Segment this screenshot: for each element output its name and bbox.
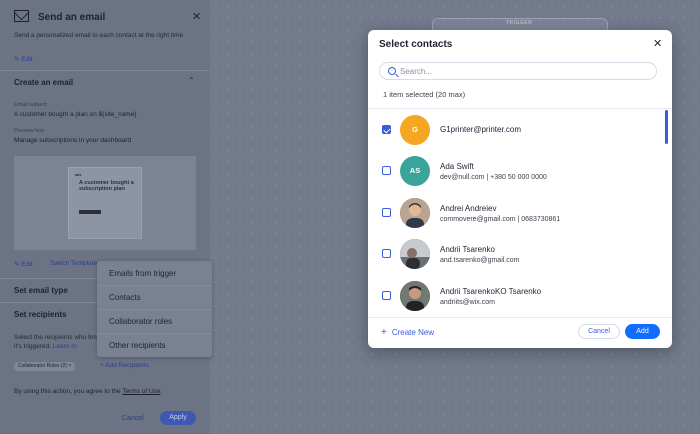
contact-name: Andrii Tsarenko bbox=[440, 245, 495, 254]
contact-checkbox[interactable] bbox=[382, 249, 391, 258]
dropdown-divider bbox=[97, 309, 212, 310]
avatar-photo bbox=[400, 281, 430, 311]
collaborator-roles-tag[interactable]: Collaborator Roles (2) × bbox=[14, 362, 76, 371]
avatar-photo bbox=[400, 239, 430, 269]
select-contacts-modal: Select contacts ✕ 1 item selected (20 ma… bbox=[368, 30, 672, 348]
panel-title: Send an email bbox=[38, 12, 106, 23]
terms-prefix: By using this action, you agree to the bbox=[14, 388, 123, 395]
create-new-button[interactable]: + Create New bbox=[381, 327, 434, 338]
create-email-section[interactable]: Create an email ⌃ bbox=[0, 70, 210, 94]
contacts-list[interactable]: G G1printer@printer.com AS Ada Swift dev… bbox=[368, 109, 672, 317]
list-scrollbar[interactable] bbox=[665, 110, 668, 144]
contact-row[interactable]: Andrei Andreiev commovere@gmail.com | 06… bbox=[368, 192, 672, 234]
create-email-title: Create an email bbox=[14, 78, 74, 87]
terms-text: By using this action, you agree to the T… bbox=[14, 388, 162, 395]
contact-name: Andrii TsarenkoKO Tsarenko bbox=[440, 287, 542, 296]
search-input[interactable] bbox=[400, 65, 650, 77]
footer-divider bbox=[368, 317, 672, 318]
modal-close-icon[interactable]: ✕ bbox=[653, 37, 662, 50]
panel-close-icon[interactable]: ✕ bbox=[192, 10, 201, 23]
add-recipients-link[interactable]: + Add Recipients bbox=[100, 362, 149, 369]
modal-add-button[interactable]: Add bbox=[625, 324, 660, 339]
dropdown-option-contacts[interactable]: Contacts bbox=[109, 293, 141, 302]
preview-label: Preview text bbox=[14, 128, 44, 134]
dropdown-option-emails-from-trigger[interactable]: Emails from trigger bbox=[109, 269, 176, 278]
contact-details: andriits@wix.com bbox=[440, 299, 495, 306]
search-box[interactable] bbox=[379, 62, 657, 80]
modal-title: Select contacts bbox=[379, 39, 453, 50]
contact-row[interactable]: Andrii Tsarenko and.tsarenko@gmail.com bbox=[368, 233, 672, 275]
edit-template-label: Edit bbox=[21, 261, 33, 268]
search-icon bbox=[388, 67, 396, 75]
terms-link[interactable]: Terms of Use bbox=[122, 388, 160, 395]
preview-button bbox=[79, 210, 101, 214]
trigger-label: TRIGGER bbox=[502, 19, 537, 27]
plus-icon: + bbox=[381, 327, 387, 338]
collab-tag-label: Collaborator Roles (2) bbox=[18, 363, 67, 369]
email-preview-card: wix A customer bought a subscription pla… bbox=[68, 167, 142, 239]
panel-description: Send a personalized email to each contac… bbox=[14, 32, 184, 39]
email-preview: wix A customer bought a subscription pla… bbox=[14, 156, 196, 250]
edit-link[interactable]: ✎ Edit bbox=[14, 55, 32, 63]
edit-template-link[interactable]: ✎ Edit bbox=[14, 260, 32, 268]
person-photo-icon bbox=[400, 198, 430, 228]
contact-details: dev@null.com | +380 50 000 0000 bbox=[440, 174, 547, 181]
contact-row[interactable]: Andrii TsarenkoKO Tsarenko andriits@wix.… bbox=[368, 275, 672, 317]
preview-headline: A customer bought a subscription plan bbox=[79, 180, 134, 192]
contact-checkbox[interactable] bbox=[382, 125, 391, 134]
preview-value: Manage subscriptions in your dashboard bbox=[14, 137, 132, 144]
envelope-icon bbox=[14, 10, 29, 22]
contact-checkbox[interactable] bbox=[382, 291, 391, 300]
subject-label: Email subject bbox=[14, 102, 47, 108]
switch-template-link[interactable]: Switch Template bbox=[50, 260, 97, 267]
edit-link-label: Edit bbox=[21, 56, 33, 63]
avatar: G bbox=[400, 115, 430, 145]
dropdown-option-other-recipients[interactable]: Other recipients bbox=[109, 341, 165, 350]
panel-cancel-button[interactable]: Cancel bbox=[122, 415, 144, 422]
email-type-title: Set email type bbox=[14, 286, 68, 295]
dropdown-divider bbox=[97, 333, 212, 334]
selected-count: 1 item selected (20 max) bbox=[383, 90, 466, 99]
avatar: AS bbox=[400, 156, 430, 186]
create-new-label: Create New bbox=[391, 328, 435, 337]
subject-value: A customer bought a plan on ${site_name} bbox=[14, 111, 137, 118]
contact-details: commovere@gmail.com | 0683730861 bbox=[440, 216, 561, 223]
chevron-up-icon: ⌃ bbox=[188, 76, 195, 85]
contact-row[interactable]: G G1printer@printer.com bbox=[368, 109, 672, 151]
contact-details: and.tsarenko@gmail.com bbox=[440, 257, 520, 264]
recipients-dropdown: Emails from trigger Contacts Collaborato… bbox=[97, 261, 212, 357]
contact-checkbox[interactable] bbox=[382, 166, 391, 175]
person-photo-icon bbox=[400, 281, 430, 311]
dropdown-divider bbox=[97, 285, 212, 286]
learn-more-link[interactable]: Learn m bbox=[53, 343, 77, 350]
preview-brand: wix bbox=[75, 172, 82, 177]
panel-apply-button[interactable]: Apply bbox=[160, 411, 196, 425]
recipients-title: Set recipients bbox=[14, 310, 67, 319]
dropdown-option-collaborator-roles[interactable]: Collaborator roles bbox=[109, 317, 172, 326]
contact-name: G1printer@printer.com bbox=[440, 125, 522, 134]
contact-row[interactable]: AS Ada Swift dev@null.com | +380 50 000 … bbox=[368, 150, 672, 192]
recipients-description: Select the recipients who time it's trig… bbox=[14, 333, 104, 351]
tag-remove-icon[interactable]: × bbox=[68, 363, 71, 369]
person-photo-icon bbox=[400, 239, 430, 269]
modal-cancel-button[interactable]: Cancel bbox=[578, 324, 620, 339]
contact-name: Andrei Andreiev bbox=[440, 204, 497, 213]
contact-name: Ada Swift bbox=[440, 162, 474, 171]
avatar-photo bbox=[400, 198, 430, 228]
send-email-panel: Send an email ✕ Send a personalized emai… bbox=[0, 0, 210, 434]
terms-suffix: . bbox=[160, 388, 163, 395]
contact-checkbox[interactable] bbox=[382, 208, 391, 217]
